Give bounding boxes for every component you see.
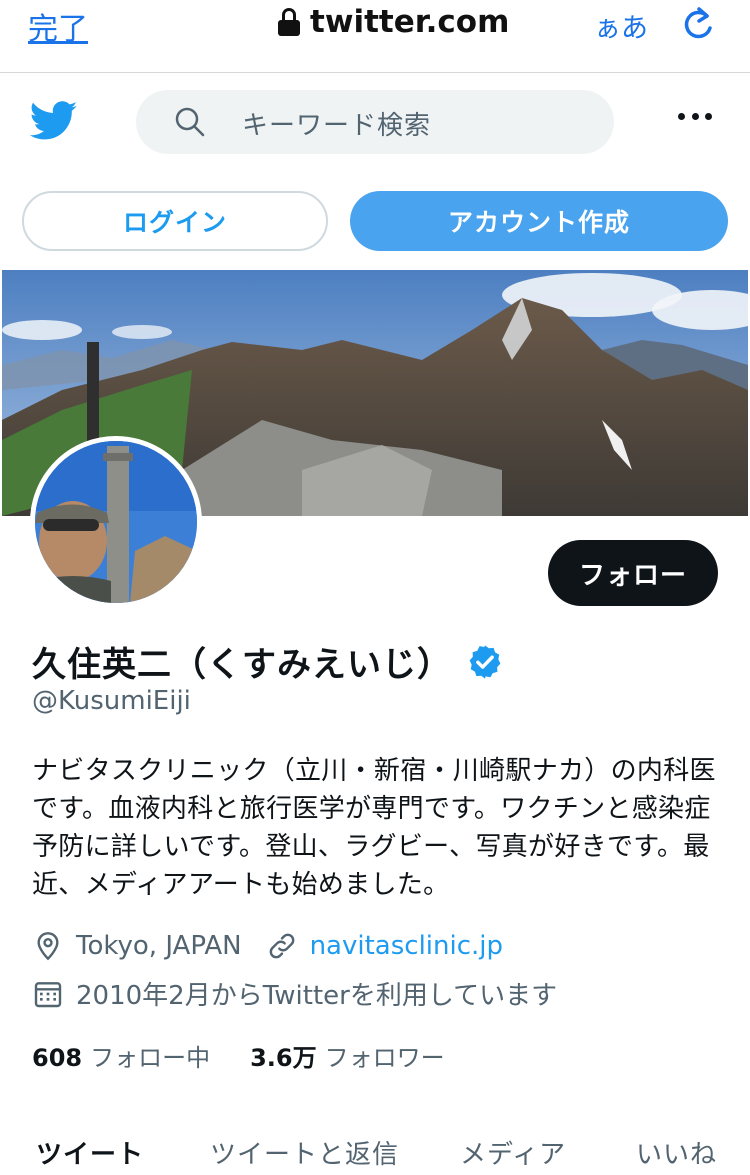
profile-tabs: ツイート ツイートと返信 メディア いいね <box>0 1130 750 1175</box>
followers-label: フォロワー <box>324 1044 445 1072</box>
profile-name-row: 久住英二（くすみえいじ） <box>32 637 504 686</box>
followers-count: 3.6万 <box>250 1044 317 1072</box>
login-button[interactable]: ログイン <box>22 191 328 251</box>
profile-meta-row: Tokyo, JAPAN navitasclinic.jp <box>32 930 503 962</box>
text-size-button[interactable]: ぁあ <box>594 6 648 45</box>
verified-badge-icon <box>469 644 501 679</box>
url-text: twitter.com <box>310 4 510 40</box>
twitter-header: キーワード検索 <box>0 73 750 173</box>
browser-toolbar: 完了 twitter.com ぁあ <box>0 0 750 73</box>
location-text: Tokyo, JAPAN <box>76 931 242 961</box>
link-icon <box>269 933 294 959</box>
display-name: 久住英二（くすみえいじ） <box>32 645 452 685</box>
reload-icon[interactable] <box>680 4 716 44</box>
user-handle: @KusumiEiji <box>32 686 191 716</box>
profile-joined-row: 2010年2月からTwitterを利用しています <box>32 975 557 1012</box>
done-button[interactable]: 完了 <box>28 4 88 48</box>
avatar[interactable] <box>30 436 202 608</box>
search-input[interactable]: キーワード検索 <box>136 90 614 154</box>
joined-date: 2010年2月からTwitterを利用しています <box>76 981 558 1011</box>
website-link[interactable]: navitasclinic.jp <box>310 931 503 961</box>
twitter-bird-icon[interactable] <box>30 101 78 141</box>
following-label: フォロー中 <box>90 1044 211 1072</box>
tab-tweets-and-replies[interactable]: ツイートと返信 <box>210 1134 399 1171</box>
calendar-icon <box>34 981 62 1007</box>
location-icon <box>37 932 59 961</box>
follow-stats: 608 フォロー中 3.6万 フォロワー <box>32 1038 445 1073</box>
search-icon <box>175 107 205 137</box>
search-placeholder: キーワード検索 <box>242 111 432 141</box>
signup-button[interactable]: アカウント作成 <box>350 191 728 251</box>
followers-link[interactable]: 3.6万 フォロワー <box>250 1038 445 1073</box>
following-link[interactable]: 608 フォロー中 <box>32 1038 210 1073</box>
more-dots-icon[interactable] <box>678 111 712 121</box>
address-bar[interactable]: twitter.com <box>278 4 509 40</box>
follow-button[interactable]: フォロー <box>548 540 718 606</box>
following-count: 608 <box>32 1044 83 1072</box>
tab-tweets[interactable]: ツイート <box>36 1134 144 1171</box>
tab-likes[interactable]: いいね <box>636 1134 717 1171</box>
profile-bio: ナビタスクリニック（立川・新宿・川崎駅ナカ）の内科医です。血液内科と旅行医学が専… <box>32 756 716 900</box>
lock-icon <box>278 8 300 36</box>
tab-media[interactable]: メディア <box>460 1134 566 1171</box>
